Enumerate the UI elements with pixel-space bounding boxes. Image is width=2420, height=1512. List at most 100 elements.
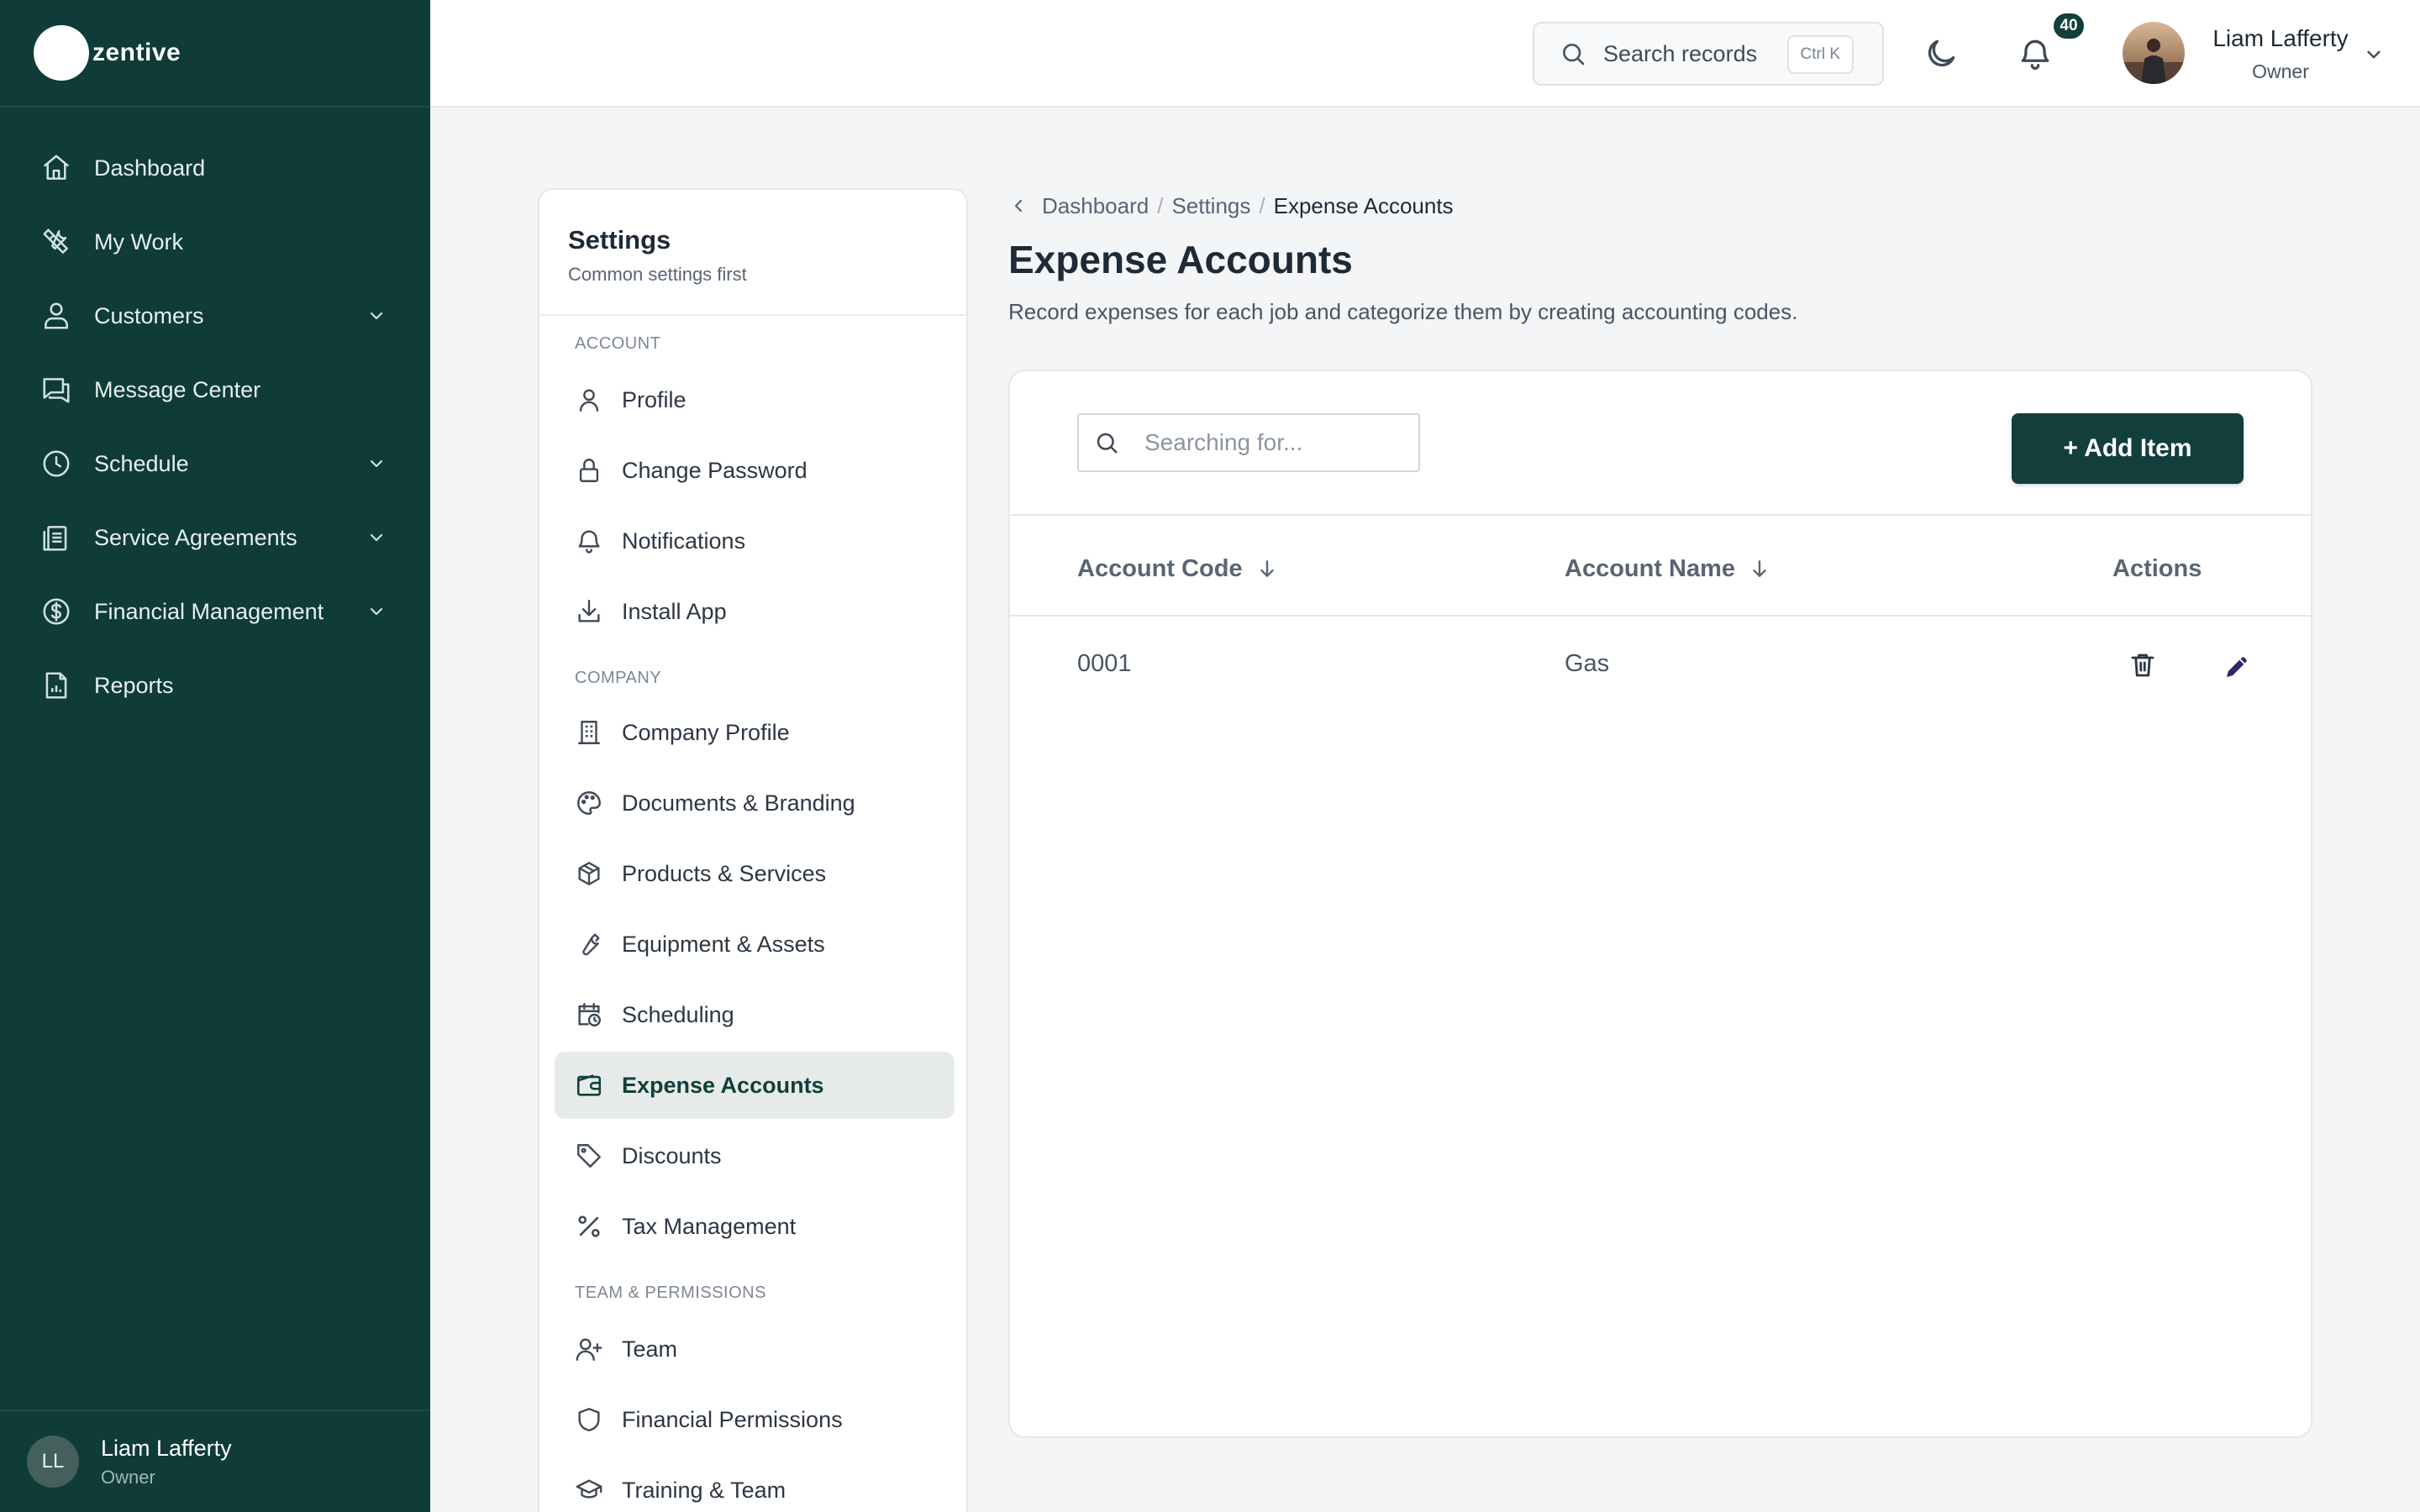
settings-item-label: Tax Management <box>622 1213 797 1239</box>
logo-mark <box>34 25 89 81</box>
settings-item-expense-accounts[interactable]: Expense Accounts <box>555 1052 955 1119</box>
header-user-name: Liam Lafferty <box>2212 25 2349 51</box>
settings-item-label: Install App <box>622 598 727 624</box>
nav-label: Message Center <box>94 376 261 402</box>
clock-icon <box>40 448 72 480</box>
settings-item-label: Scheduling <box>622 1001 734 1027</box>
nav-item-service-agreements[interactable]: Service Agreements <box>0 501 430 575</box>
column-header-actions: Actions <box>2112 549 2202 588</box>
chat-icon <box>40 374 72 406</box>
app-sidebar: zentive Dashboard My Work Customers Mess… <box>0 0 430 1512</box>
user-icon <box>575 386 603 414</box>
app-logo[interactable]: zentive <box>34 25 181 81</box>
column-header-label: Actions <box>2112 554 2202 582</box>
settings-item-profile[interactable]: Profile <box>555 366 955 433</box>
nav-item-dashboard[interactable]: Dashboard <box>0 131 430 205</box>
settings-item-label: Training & Team <box>622 1477 786 1503</box>
settings-item-financial-permissions[interactable]: Financial Permissions <box>555 1386 955 1453</box>
settings-item-label: Equipment & Assets <box>622 931 825 957</box>
settings-item-company-profile[interactable]: Company Profile <box>555 699 955 766</box>
column-header-label: Account Code <box>1077 554 1243 582</box>
notification-badge: 40 <box>2052 12 2086 40</box>
settings-item-label: Documents & Branding <box>622 790 855 816</box>
settings-item-equipment-assets[interactable]: Equipment & Assets <box>555 911 955 978</box>
settings-item-products-services[interactable]: Products & Services <box>555 840 955 907</box>
wallet-icon <box>575 1071 603 1100</box>
chevron-down-icon <box>366 306 387 326</box>
nav-label: Dashboard <box>94 155 206 181</box>
breadcrumb-separator: / <box>1157 192 1164 218</box>
search-records-button[interactable]: Search records Ctrl K <box>1533 22 1884 86</box>
sidebar-user-role: Owner <box>101 1466 155 1488</box>
logo-text: zentive <box>92 39 182 66</box>
arrow-down-icon <box>1749 558 1770 580</box>
settings-item-install-app[interactable]: Install App <box>555 578 955 645</box>
tools-icon <box>40 226 72 258</box>
nav-label: Service Agreements <box>94 524 297 550</box>
arrow-down-icon <box>1256 558 1278 580</box>
settings-item-label: Company Profile <box>622 719 790 745</box>
nav-item-financial-management[interactable]: Financial Management <box>0 575 430 648</box>
settings-item-label: Products & Services <box>622 860 827 886</box>
chevron-down-icon[interactable] <box>2363 44 2385 66</box>
breadcrumb-separator: / <box>1259 192 1265 218</box>
settings-item-scheduling[interactable]: Scheduling <box>555 981 955 1048</box>
column-header-label: Account Name <box>1565 554 1736 582</box>
settings-item-change-password[interactable]: Change Password <box>555 437 955 504</box>
cell-account-name: Gas <box>1565 650 1610 677</box>
column-header-account-name[interactable]: Account Name <box>1565 549 1770 588</box>
wrench-icon <box>575 930 603 958</box>
nav-item-my-work[interactable]: My Work <box>0 205 430 279</box>
report-icon <box>40 669 72 701</box>
settings-item-documents-branding[interactable]: Documents & Branding <box>555 769 955 837</box>
moon-icon[interactable] <box>1923 35 1960 72</box>
trash-icon[interactable] <box>2128 650 2158 680</box>
chevron-left-icon[interactable] <box>1008 196 1028 216</box>
settings-panel: Settings Common settings first ACCOUNT P… <box>538 188 968 1512</box>
add-item-button[interactable]: + Add Item <box>2012 413 2244 484</box>
nav-label: Financial Management <box>94 598 324 624</box>
top-header: Search records Ctrl K 40 Liam Lafferty O… <box>430 0 2420 108</box>
nav-item-reports[interactable]: Reports <box>0 648 430 722</box>
sidebar-user-info: Liam Lafferty Owner <box>101 1436 232 1488</box>
sidebar-user-name: Liam Lafferty <box>101 1435 232 1461</box>
section-team-permissions: TEAM & PERMISSIONS <box>575 1284 766 1302</box>
dollar-circle-icon <box>40 596 72 627</box>
page-description: Record expenses for each job and categor… <box>1008 299 1798 324</box>
header-user-role: Owner <box>2252 60 2309 82</box>
column-header-account-code[interactable]: Account Code <box>1077 549 1278 588</box>
main-nav: Dashboard My Work Customers Message Cent… <box>0 131 430 722</box>
breadcrumb-current: Expense Accounts <box>1273 192 1454 218</box>
table-row-divider <box>1010 615 2311 617</box>
tag-icon <box>575 1142 603 1170</box>
nav-label: Customers <box>94 302 204 328</box>
building-icon <box>575 718 603 747</box>
settings-item-label: Notifications <box>622 528 746 554</box>
nav-item-customers[interactable]: Customers <box>0 279 430 353</box>
search-icon <box>1094 430 1119 455</box>
search-input[interactable] <box>1144 429 1413 456</box>
bell-icon <box>575 527 603 555</box>
avatar: LL <box>27 1436 79 1488</box>
bell-icon[interactable] <box>2017 35 2054 72</box>
settings-item-label: Financial Permissions <box>622 1406 843 1432</box>
settings-item-training-team[interactable]: Training & Team <box>555 1457 955 1512</box>
table-header-divider <box>1010 514 2311 516</box>
home-icon <box>40 152 72 184</box>
avatar[interactable] <box>2123 22 2185 84</box>
settings-item-team[interactable]: Team <box>555 1315 955 1383</box>
settings-title: Settings <box>568 225 671 255</box>
breadcrumb-dashboard[interactable]: Dashboard <box>1042 193 1149 219</box>
nav-item-schedule[interactable]: Schedule <box>0 427 430 501</box>
settings-item-notifications[interactable]: Notifications <box>555 507 955 575</box>
search-icon <box>1560 40 1586 67</box>
calendar-clock-icon <box>575 1000 603 1029</box>
breadcrumb-settings[interactable]: Settings <box>1171 193 1250 219</box>
settings-item-discounts[interactable]: Discounts <box>555 1122 955 1189</box>
nav-item-message-center[interactable]: Message Center <box>0 353 430 427</box>
settings-item-tax-management[interactable]: Tax Management <box>555 1193 955 1260</box>
sidebar-user[interactable]: LL Liam Lafferty Owner <box>0 1410 430 1512</box>
shield-icon <box>575 1405 603 1434</box>
palette-icon <box>575 789 603 817</box>
pencil-icon[interactable] <box>2222 652 2252 682</box>
